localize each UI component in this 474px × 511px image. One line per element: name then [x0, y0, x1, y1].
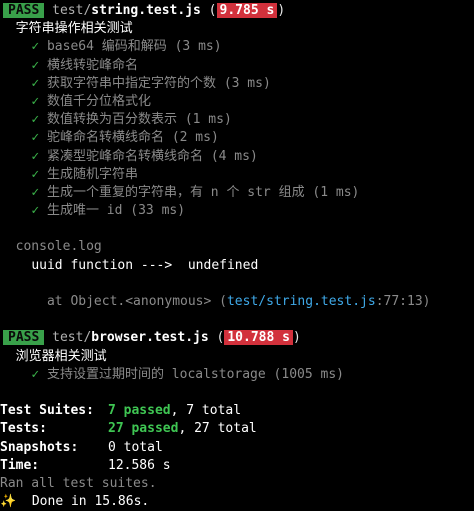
suite-dir: test/: [52, 3, 92, 18]
suite-header: PASS test/browser.test.js (10.788 s): [0, 329, 474, 347]
test-name: 紧凑型驼峰命名转横线命名: [46, 148, 203, 164]
describe-title: 字符串操作相关测试: [15, 21, 133, 37]
summary-suites: Test Suites: 7 passed, 7 total: [0, 403, 242, 419]
stack-trace-line: at Object.<anonymous> (test/string.test.…: [46, 294, 431, 309]
pass-badge: PASS: [3, 3, 45, 18]
stack-trace-link[interactable]: test/string.test.js: [227, 294, 376, 309]
test-line: ✓ base64 编码和解码 (3 ms): [0, 38, 474, 56]
test-line: ✓ 生成一个重复的字符串，有 n 个 str 组成 (1 ms): [0, 184, 474, 202]
test-name: 数值千分位格式化: [46, 93, 151, 109]
test-line: ✓ 数值转换为百分数表示 (1 ms): [0, 111, 474, 129]
slow-time-badge: 10.788 s: [224, 330, 293, 346]
test-time: (3 ms): [223, 75, 271, 91]
terminal[interactable]: PASS test/string.test.js (9.785 s) 字符串操作…: [0, 0, 474, 509]
check-icon: ✓: [31, 75, 40, 91]
check-icon: ✓: [31, 148, 40, 164]
test-line: ✓ 获取字符串中指定字符的个数 (3 ms): [0, 75, 474, 93]
test-name: 获取字符串中指定字符的个数: [46, 75, 216, 91]
check-icon: ✓: [31, 39, 40, 55]
describe-title: 浏览器相关测试: [15, 348, 107, 364]
suite-file: string.test.js: [91, 3, 201, 18]
sparkles-icon: ✨: [0, 494, 17, 510]
suite-header: PASS test/string.test.js (9.785 s): [0, 2, 474, 20]
test-line: ✓ 生成随机字符串: [0, 166, 474, 184]
ran-all-message: Ran all test suites.: [0, 475, 157, 491]
summary-time: Time: 12.586 s: [0, 457, 171, 473]
test-time: (1 ms): [312, 184, 360, 200]
test-name: 数值转换为百分数表示: [46, 112, 177, 128]
suite-dir: test/: [52, 330, 92, 346]
test-line: ✓ 生成唯一 id (33 ms): [0, 202, 474, 220]
test-name: 生成唯一 id: [46, 203, 123, 219]
test-line: ✓ 横线转驼峰命名: [0, 57, 474, 75]
check-icon: ✓: [31, 184, 40, 200]
pass-badge: PASS: [3, 330, 45, 346]
test-name: 生成随机字符串: [46, 166, 138, 182]
slow-time-badge: 9.785 s: [216, 3, 278, 18]
check-icon: ✓: [31, 93, 40, 109]
test-line: ✓ 驼峰命名转横线命名 (2 ms): [0, 129, 474, 147]
check-icon: ✓: [31, 130, 40, 146]
test-line: ✓ 支持设置过期时间的 localstorage (1005 ms): [0, 366, 474, 384]
check-icon: ✓: [31, 203, 40, 219]
test-time: (4 ms): [210, 148, 258, 164]
test-time: (1 ms): [184, 112, 232, 128]
done-message: ✨ Done in 15.86s.: [0, 494, 150, 510]
console-header: console.log: [15, 239, 102, 255]
test-name: 生成一个重复的字符串，有 n 个 str 组成: [46, 184, 305, 200]
test-time: (33 ms): [130, 203, 186, 219]
suite-file: browser.test.js: [91, 330, 209, 346]
summary-snapshots: Snapshots: 0 total: [0, 439, 163, 455]
test-name: 驼峰命名转横线命名: [46, 130, 164, 146]
summary-tests: Tests: 27 passed, 27 total: [0, 421, 257, 437]
test-time: (3 ms): [174, 39, 222, 55]
test-line: ✓ 紧凑型驼峰命名转横线命名 (4 ms): [0, 148, 474, 166]
console-message: uuid function ---> undefined: [31, 257, 259, 273]
test-line: ✓ 数值千分位格式化: [0, 93, 474, 111]
test-name: 横线转驼峰命名: [46, 57, 138, 73]
test-name: base64 编码和解码: [46, 39, 167, 55]
test-time: (2 ms): [171, 130, 219, 146]
check-icon: ✓: [31, 166, 40, 182]
check-icon: ✓: [31, 366, 40, 382]
check-icon: ✓: [31, 112, 40, 128]
test-name: 支持设置过期时间的 localstorage: [46, 366, 266, 382]
test-time: (1005 ms): [273, 366, 344, 382]
check-icon: ✓: [31, 57, 40, 73]
